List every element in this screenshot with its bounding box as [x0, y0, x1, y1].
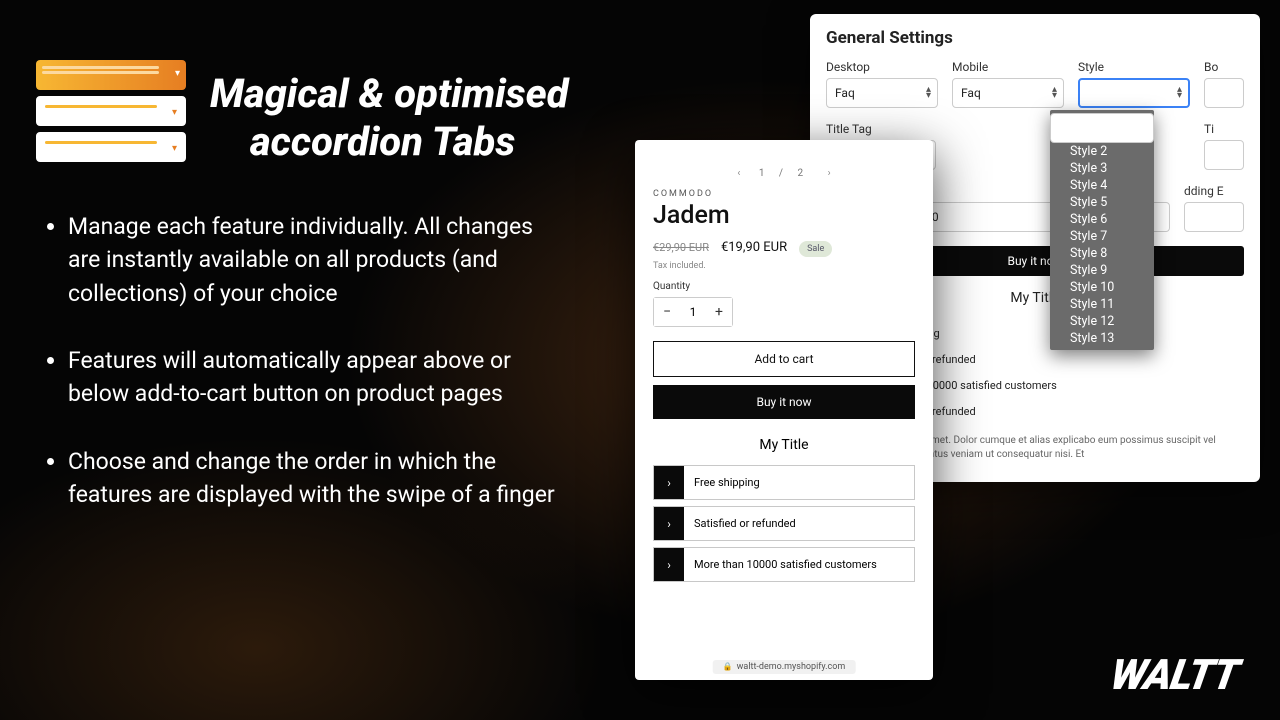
next-icon[interactable]: ›	[828, 168, 831, 179]
updown-icon: ▴▾	[1052, 87, 1057, 99]
style-select[interactable]: ▴▾	[1078, 78, 1190, 108]
sale-badge: Sale	[799, 241, 832, 257]
price-new: €19,90 EUR	[721, 240, 787, 255]
titletag-label: Title Tag	[826, 122, 936, 136]
desktop-select[interactable]: Faq ▴▾	[826, 78, 938, 108]
style-dropdown[interactable]: Style 1 Style 2 Style 3 Style 4 Style 5 …	[1050, 110, 1154, 350]
dropdown-option[interactable]: Style 9	[1050, 262, 1154, 279]
dropdown-option[interactable]: Style 7	[1050, 228, 1154, 245]
accordion-label: More than 10000 satisfied customers	[684, 548, 914, 581]
extra-select[interactable]	[1204, 78, 1244, 108]
extra3-input[interactable]	[1184, 202, 1244, 232]
prev-icon[interactable]: ‹	[737, 168, 740, 179]
headline: Magical & optimised accordion Tabs	[210, 70, 568, 166]
dropdown-option[interactable]: Style 12	[1050, 313, 1154, 330]
updown-icon: ▴▾	[926, 87, 931, 99]
mobile-value: Faq	[961, 86, 981, 100]
dropdown-option[interactable]: Style 5	[1050, 194, 1154, 211]
pager-text: 1 / 2	[759, 168, 809, 179]
quantity-stepper[interactable]: − 1 +	[653, 297, 733, 327]
add-to-cart-button[interactable]: Add to cart	[653, 341, 915, 377]
accordion-item[interactable]: ›Free shipping	[653, 465, 915, 500]
mobile-select[interactable]: Faq ▴▾	[952, 78, 1064, 108]
accordion-label: Free shipping	[684, 466, 914, 499]
chevron-right-icon: ›	[654, 548, 684, 581]
style-label: Style	[1078, 60, 1190, 74]
bullet-item: Manage each feature individually. All ch…	[68, 210, 570, 310]
qty-minus-button[interactable]: −	[654, 298, 680, 326]
dropdown-option[interactable]: Style 8	[1050, 245, 1154, 262]
buy-now-button[interactable]: Buy it now	[653, 385, 915, 419]
desktop-value: Faq	[835, 86, 855, 100]
price-old: €29,90 EUR	[653, 241, 709, 254]
dropdown-option[interactable]: Style 13	[1050, 330, 1154, 347]
extra3-label: dding E	[1184, 184, 1244, 198]
headline-line2: accordion Tabs	[250, 118, 568, 166]
product-brand: COMMODO	[653, 189, 915, 199]
accordion-item[interactable]: ›More than 10000 satisfied customers	[653, 547, 915, 582]
accordion-icon: ▾ ▾ ▾	[36, 60, 196, 170]
qty-value: 1	[680, 305, 706, 319]
extra-label: Bo	[1204, 60, 1244, 74]
qty-plus-button[interactable]: +	[706, 298, 732, 326]
updown-icon: ▴▾	[1177, 87, 1182, 99]
mobile-label: Mobile	[952, 60, 1064, 74]
accordion-label: Satisfied or refunded	[684, 507, 914, 540]
headline-line1: Magical & optimised	[210, 70, 568, 117]
brand-logo: WALTT	[1107, 651, 1243, 700]
chevron-right-icon: ›	[654, 507, 684, 540]
accordion-title: My Title	[653, 437, 915, 453]
quantity-label: Quantity	[653, 281, 915, 292]
url-bar: waltt-demo.myshopify.com	[713, 660, 856, 674]
dropdown-option[interactable]: Style 6	[1050, 211, 1154, 228]
dropdown-option[interactable]: Style 11	[1050, 296, 1154, 313]
dropdown-option[interactable]: Style 3	[1050, 160, 1154, 177]
desktop-label: Desktop	[826, 60, 938, 74]
bullet-item: Features will automatically appear above…	[68, 344, 570, 411]
feature-bullets: Manage each feature individually. All ch…	[50, 210, 570, 545]
chevron-right-icon: ›	[654, 466, 684, 499]
product-name: Jadem	[653, 201, 915, 230]
pager: ‹ 1 / 2 ›	[653, 168, 915, 179]
phone-preview: ‹ 1 / 2 › COMMODO Jadem €29,90 EUR €19,9…	[635, 140, 933, 680]
dropdown-option[interactable]: Style 4	[1050, 177, 1154, 194]
accordion-item[interactable]: ›Satisfied or refunded	[653, 506, 915, 541]
dropdown-option[interactable]: Style 2	[1050, 143, 1154, 160]
extra2-label: Ti	[1204, 122, 1244, 136]
settings-title: General Settings	[826, 28, 1244, 48]
tax-note: Tax included.	[653, 261, 915, 271]
dropdown-option[interactable]: Style 1	[1050, 113, 1154, 143]
bullet-item: Choose and change the order in which the…	[68, 445, 570, 512]
dropdown-option[interactable]: Style 10	[1050, 279, 1154, 296]
extra2-select[interactable]	[1204, 140, 1244, 170]
